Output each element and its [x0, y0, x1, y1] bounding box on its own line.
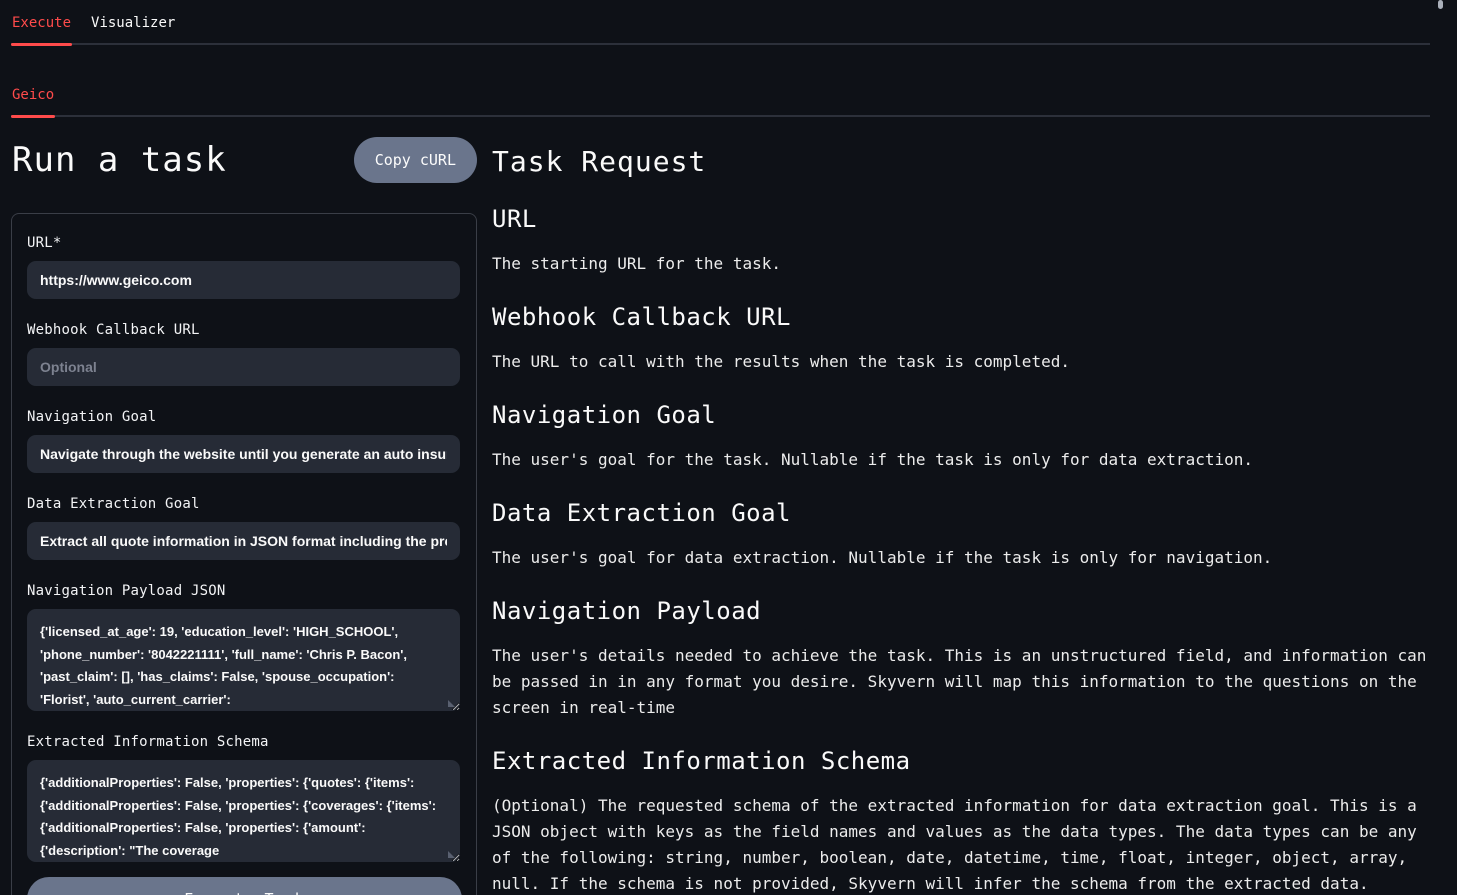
doc-section-data-extraction-goal: Data Extraction Goal The user's goal for…: [492, 499, 1428, 571]
url-field-group: URL*: [27, 234, 461, 299]
form-header: Run a task Copy cURL: [11, 135, 477, 183]
task-form-panel: URL* Webhook Callback URL Navigation Goa…: [11, 213, 477, 895]
data-extraction-goal-field-group: Data Extraction Goal: [27, 495, 461, 560]
tab-visualizer[interactable]: Visualizer: [90, 15, 176, 43]
app-page: Execute Visualizer Geico Run a task Copy…: [0, 0, 1457, 895]
extracted-schema-label: Extracted Information Schema: [27, 733, 461, 751]
doc-heading: Extracted Information Schema: [492, 747, 1428, 776]
tab-geico[interactable]: Geico: [11, 87, 55, 115]
sub-tab-bar: Geico: [11, 72, 1430, 117]
doc-section-navigation-payload: Navigation Payload The user's details ne…: [492, 597, 1428, 721]
doc-body: The user's goal for data extraction. Nul…: [492, 545, 1428, 571]
doc-heading: Webhook Callback URL: [492, 303, 1428, 332]
data-extraction-goal-input[interactable]: [27, 522, 460, 560]
url-input[interactable]: [27, 261, 460, 299]
navigation-payload-textarea[interactable]: {'licensed_at_age': 19, 'education_level…: [27, 609, 460, 711]
page-title: Run a task: [12, 138, 227, 182]
navigation-payload-label: Navigation Payload JSON: [27, 582, 461, 600]
doc-heading: Navigation Goal: [492, 401, 1428, 430]
data-extraction-goal-label: Data Extraction Goal: [27, 495, 461, 513]
doc-body: The user's details needed to achieve the…: [492, 643, 1428, 721]
doc-section-navigation-goal: Navigation Goal The user's goal for the …: [492, 401, 1428, 473]
doc-heading: Data Extraction Goal: [492, 499, 1428, 528]
task-request-docs: Task Request URL The starting URL for th…: [492, 135, 1428, 895]
execute-task-button[interactable]: Execute Task: [27, 877, 462, 895]
extracted-schema-field-group: Extracted Information Schema {'additiona…: [27, 733, 461, 862]
navigation-goal-input[interactable]: [27, 435, 460, 473]
tab-execute[interactable]: Execute: [11, 15, 72, 43]
extracted-schema-textarea[interactable]: {'additionalProperties': False, 'propert…: [27, 760, 460, 862]
doc-heading: Navigation Payload: [492, 597, 1428, 626]
url-label: URL*: [27, 234, 461, 252]
copy-curl-button[interactable]: Copy cURL: [354, 137, 477, 183]
navigation-goal-field-group: Navigation Goal: [27, 408, 461, 473]
page-scrollbar-thumb[interactable]: [1438, 0, 1443, 9]
doc-body: The user's goal for the task. Nullable i…: [492, 447, 1428, 473]
doc-section-url: URL The starting URL for the task.: [492, 205, 1428, 277]
doc-body: The URL to call with the results when th…: [492, 349, 1428, 375]
docs-title: Task Request: [492, 144, 1428, 179]
doc-body: (Optional) The requested schema of the e…: [492, 793, 1428, 895]
doc-section-webhook: Webhook Callback URL The URL to call wit…: [492, 303, 1428, 375]
doc-section-extracted-schema: Extracted Information Schema (Optional) …: [492, 747, 1428, 895]
doc-body: The starting URL for the task.: [492, 251, 1428, 277]
main-content: Run a task Copy cURL URL* Webhook Callba…: [11, 135, 1457, 895]
webhook-label: Webhook Callback URL: [27, 321, 461, 339]
main-tab-bar: Execute Visualizer: [11, 0, 1430, 45]
webhook-input[interactable]: [27, 348, 460, 386]
doc-heading: URL: [492, 205, 1428, 234]
task-form-column: Run a task Copy cURL URL* Webhook Callba…: [11, 135, 477, 895]
navigation-goal-label: Navigation Goal: [27, 408, 461, 426]
webhook-field-group: Webhook Callback URL: [27, 321, 461, 386]
navigation-payload-field-group: Navigation Payload JSON {'licensed_at_ag…: [27, 582, 461, 711]
